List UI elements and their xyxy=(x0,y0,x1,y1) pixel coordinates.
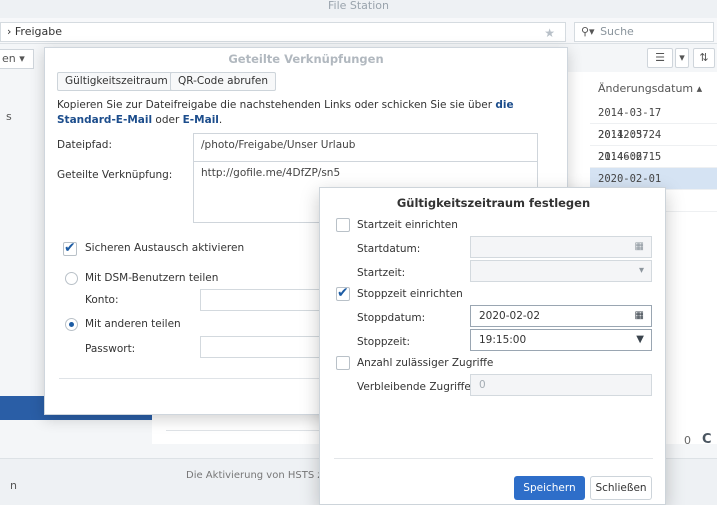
access-count-check-label: Anzahl zulässiger Zugriffe xyxy=(357,357,494,369)
access-count-checkbox[interactable] xyxy=(336,356,350,370)
dialog-title: Gültigkeitszeitraum festlegen xyxy=(396,196,591,210)
stop-time-value: 19:15:00 xyxy=(479,334,527,346)
calendar-icon[interactable]: ▦ xyxy=(635,237,644,257)
file-path-label: Dateipfad: xyxy=(57,139,113,151)
chevron-down-icon[interactable]: ▾ xyxy=(675,48,689,68)
share-dsm-label: Mit DSM-Benutzern teilen xyxy=(85,272,219,284)
start-time-check-label: Startzeit einrichten xyxy=(357,219,458,231)
calendar-icon[interactable]: ▦ xyxy=(635,306,644,326)
tab-validity[interactable]: Gültigkeitszeitraum xyxy=(57,72,176,91)
item-count: 0 xyxy=(684,434,691,447)
start-time-field[interactable]: ▾ xyxy=(470,260,652,282)
search-icon: ⚲▾ xyxy=(581,25,595,38)
column-header-modified[interactable]: Änderungsdatum ▴ xyxy=(590,78,717,100)
refresh-icon[interactable]: C xyxy=(702,432,712,447)
share-others-label: Mit anderen teilen xyxy=(85,318,181,330)
list-view-icon[interactable]: ☰ xyxy=(647,48,673,68)
email-link[interactable]: E-Mail xyxy=(183,114,219,126)
stop-date-label: Stoppdatum: xyxy=(357,312,426,324)
intro-prefix: Kopieren Sie zur Dateifreigabe die nachs… xyxy=(57,99,493,111)
secure-share-label: Sicheren Austausch aktivieren xyxy=(85,242,245,254)
dialog-title: Geteilte Verknüpfungen xyxy=(228,52,384,66)
star-icon[interactable]: ★ xyxy=(544,24,555,42)
password-field[interactable] xyxy=(200,336,320,358)
password-label: Passwort: xyxy=(85,343,136,355)
start-date-field[interactable]: ▦ xyxy=(470,236,652,258)
remaining-access-field[interactable]: 0 xyxy=(470,374,652,396)
secure-share-checkbox[interactable] xyxy=(63,240,77,256)
chevron-down-icon[interactable]: ▼ xyxy=(636,330,644,350)
shared-link-label: Geteilte Verknüpfung: xyxy=(57,169,173,181)
stop-time-field[interactable]: 19:15:00 ▼ xyxy=(470,329,652,351)
window-title: File Station xyxy=(0,0,717,18)
search-placeholder: Suche xyxy=(600,25,634,38)
table-row[interactable]: 2014-03-17 20:12:37 xyxy=(590,102,717,141)
table-row[interactable]: 2014-06-15 18:37:37 xyxy=(590,146,717,185)
intro-suffix: . xyxy=(218,114,223,126)
stop-time-checkbox[interactable] xyxy=(336,285,350,301)
remaining-access-label: Verbleibende Zugriffe: xyxy=(357,381,475,393)
share-dsm-radio[interactable] xyxy=(65,272,78,285)
remaining-access-value: 0 xyxy=(479,379,486,391)
validity-period-dialog: Gültigkeitszeitraum festlegen Startzeit … xyxy=(319,187,666,505)
chevron-down-icon[interactable]: ▾ xyxy=(639,261,644,281)
folder-tree-item[interactable]: s xyxy=(6,110,12,123)
path-bar: › Freigabe ★ ⚲▾ Suche xyxy=(0,18,717,44)
stop-date-value: 2020-02-02 xyxy=(479,310,541,322)
hsts-notice: Die Aktivierung von HSTS zw xyxy=(186,470,331,481)
divider xyxy=(334,458,653,459)
intro-text: Kopieren Sie zur Dateifreigabe die nachs… xyxy=(57,98,557,128)
account-label: Konto: xyxy=(85,294,119,306)
tab-qr-code[interactable]: QR-Code abrufen xyxy=(170,72,277,91)
sort-icon[interactable]: ⇅ xyxy=(693,48,715,68)
search-input[interactable]: ⚲▾ Suche xyxy=(574,22,714,42)
table-row[interactable]: 2014-05-24 21:46:27 xyxy=(590,124,717,163)
close-button[interactable]: Schließen xyxy=(590,476,652,500)
share-others-radio[interactable] xyxy=(65,318,78,331)
path-text: › Freigabe xyxy=(7,25,62,38)
intro-mid: oder xyxy=(155,114,180,126)
start-time-checkbox[interactable] xyxy=(336,218,350,232)
bottom-left-item[interactable]: n xyxy=(10,479,17,492)
stop-date-field[interactable]: 2020-02-02 ▦ xyxy=(470,305,652,327)
account-field[interactable] xyxy=(200,289,320,311)
divider xyxy=(59,378,334,379)
view-dropdown[interactable]: en ▾ xyxy=(0,49,34,69)
stop-time-check-label: Stoppzeit einrichten xyxy=(357,288,463,300)
save-button[interactable]: Speichern xyxy=(514,476,585,500)
start-date-label: Startdatum: xyxy=(357,243,421,255)
stop-time-label: Stoppzeit: xyxy=(357,336,411,348)
path-input[interactable]: › Freigabe ★ xyxy=(0,22,566,42)
start-time-label: Startzeit: xyxy=(357,267,406,279)
